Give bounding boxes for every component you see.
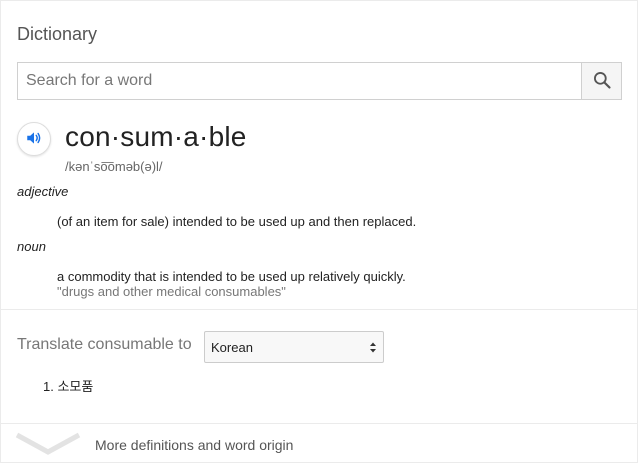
search-icon: [592, 70, 612, 93]
headword: con·sum·a·ble: [65, 121, 247, 152]
part-of-speech-adjective: adjective: [17, 184, 69, 199]
search-input[interactable]: [18, 63, 581, 99]
speaker-icon: [25, 129, 43, 150]
more-definitions-label: More definitions and word origin: [95, 437, 294, 453]
dictionary-card: Dictionary con·sum·a·ble /kənˈso͞oməb(ə)…: [0, 0, 638, 463]
pronunciation-button[interactable]: [17, 122, 51, 156]
part-of-speech-noun: noun: [17, 239, 46, 254]
more-definitions-link[interactable]: More definitions and word origin: [1, 424, 637, 462]
dictionary-title: Dictionary: [17, 24, 98, 44]
phonetic-spelling: /kənˈso͞oməb(ə)l/: [65, 159, 163, 174]
search-box: [17, 62, 622, 100]
language-select[interactable]: Korean: [204, 331, 384, 363]
definition-adjective: (of an item for sale) intended to be use…: [57, 214, 417, 229]
definition-noun: a commodity that is intended to be used …: [57, 269, 406, 284]
select-arrows-icon: [369, 341, 377, 357]
search-button[interactable]: [581, 63, 621, 99]
selected-language: Korean: [211, 339, 253, 355]
translation-result: 1. 소모품: [43, 379, 94, 394]
chevron-down-icon: [15, 432, 81, 461]
translate-label: Translate consumable to: [17, 336, 192, 353]
divider: [1, 309, 637, 310]
example-noun: "drugs and other medical consumables": [57, 284, 286, 299]
